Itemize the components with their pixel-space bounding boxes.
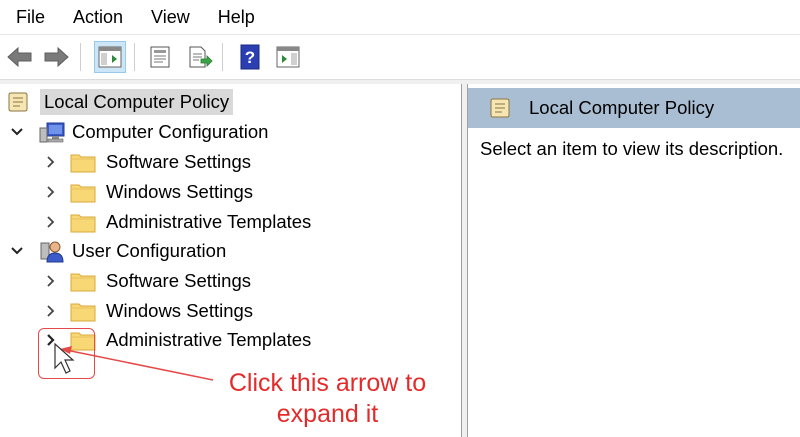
chevron-right-icon[interactable]: [46, 304, 60, 318]
tree-node-label: User Configuration: [72, 240, 227, 261]
chevron-down-icon[interactable]: [10, 244, 30, 258]
tree-node-root[interactable]: Local Computer Policy: [6, 89, 234, 115]
show-hide-tree-icon: [98, 46, 122, 68]
menu-action[interactable]: Action: [73, 0, 123, 34]
chevron-down-icon[interactable]: [10, 125, 30, 139]
svg-text:?: ?: [245, 48, 255, 67]
tree-node-label: Local Computer Policy: [40, 89, 234, 115]
tree-node-label: Windows Settings: [106, 181, 254, 202]
description-text: Select an item to view its description.: [480, 138, 784, 159]
show-action-pane-icon: [276, 46, 300, 68]
description-header: Local Computer Policy: [468, 88, 800, 128]
computer-icon: [39, 122, 65, 143]
user-icon: [40, 241, 64, 263]
folder-icon: [70, 154, 96, 173]
chevron-right-icon[interactable]: [46, 155, 60, 169]
tree-node-label: Windows Settings: [106, 300, 254, 321]
tree-node-label: Administrative Templates: [106, 329, 312, 350]
annotation-text: Click this arrow to expand it: [200, 368, 455, 430]
description-pane: Local Computer Policy Select an item to …: [468, 84, 800, 437]
menu-view[interactable]: View: [151, 0, 190, 34]
export-list-icon: [189, 46, 213, 68]
tree-node-administrative-templates[interactable]: Administrative Templates: [46, 209, 311, 235]
folder-icon: [70, 184, 96, 203]
tree-node-label: Administrative Templates: [106, 211, 312, 232]
forward-button[interactable]: [40, 41, 72, 73]
export-list-button[interactable]: [184, 41, 216, 73]
back-arrow-icon: [7, 46, 32, 68]
show-action-pane-button[interactable]: [272, 41, 304, 73]
tree-node-label: Computer Configuration: [72, 121, 269, 142]
annotation-line-1: Click this arrow to: [228, 369, 427, 397]
help-button[interactable]: ?: [234, 41, 266, 73]
toolbar-separator: [134, 43, 135, 71]
tree-node-label: Software Settings: [106, 270, 251, 291]
tree-node-software-settings[interactable]: Software Settings: [46, 149, 251, 175]
properties-button[interactable]: [144, 41, 176, 73]
forward-arrow-icon: [44, 46, 69, 68]
toolbar-separator: [80, 43, 81, 71]
policy-scroll-icon: [490, 98, 510, 118]
annotation-highlight-box: [38, 328, 95, 379]
help-icon: ?: [240, 44, 260, 70]
tree-node-windows-settings[interactable]: Windows Settings: [46, 179, 253, 205]
chevron-right-icon[interactable]: [46, 274, 60, 288]
annotation-line-2: expand it: [276, 400, 379, 428]
tree-node-software-settings[interactable]: Software Settings: [46, 268, 251, 294]
folder-icon: [70, 214, 96, 233]
folder-icon: [70, 273, 96, 292]
toolbar-separator: [222, 43, 223, 71]
chevron-right-icon[interactable]: [46, 215, 60, 229]
tree-node-user-configuration[interactable]: User Configuration: [10, 238, 226, 264]
tree-node-label: Software Settings: [106, 151, 251, 172]
chevron-right-icon[interactable]: [46, 185, 60, 199]
show-hide-tree-button[interactable]: [94, 41, 126, 73]
properties-icon: [150, 46, 170, 68]
menu-help[interactable]: Help: [218, 0, 255, 34]
tree-node-windows-settings[interactable]: Windows Settings: [46, 298, 253, 324]
description-header-title: Local Computer Policy: [529, 97, 715, 118]
back-button[interactable]: [4, 41, 36, 73]
tree-node-computer-configuration[interactable]: Computer Configuration: [10, 119, 268, 145]
toolbar: ?: [0, 35, 800, 79]
policy-scroll-icon: [8, 92, 28, 112]
menu-bar: File Action View Help: [0, 0, 800, 34]
menu-file[interactable]: File: [16, 0, 45, 34]
folder-icon: [70, 303, 96, 322]
